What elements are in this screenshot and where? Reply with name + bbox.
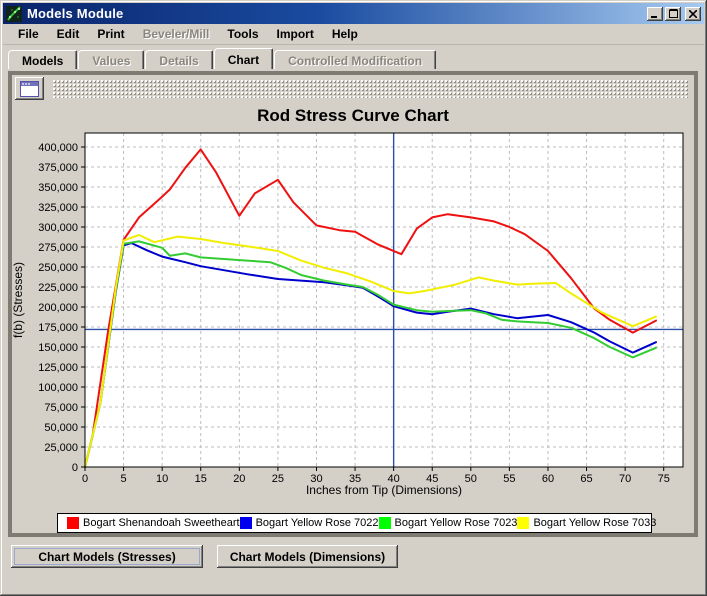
svg-text:100,000: 100,000 [38,382,78,394]
tab-chart[interactable]: Chart [214,48,273,69]
tab-bar: ModelsValuesDetailsChartControlled Modif… [8,48,699,69]
window-title: Models Module [27,6,124,21]
svg-text:300,000: 300,000 [38,222,78,234]
svg-text:50,000: 50,000 [44,422,78,434]
close-button[interactable] [685,7,701,21]
legend-swatch [379,517,391,529]
legend-item-bogart-yellow-rose-7023: Bogart Yellow Rose 7023 [379,517,518,529]
svg-text:225,000: 225,000 [38,282,78,294]
maximize-button[interactable] [665,7,681,21]
legend-item-bogart-yellow-rose-7022: Bogart Yellow Rose 7022 [240,517,379,529]
svg-text:200,000: 200,000 [38,302,78,314]
legend-swatch [517,517,529,529]
minimize-button[interactable] [647,7,663,21]
chart-toolbar [12,75,694,101]
chart-area: Rod Stress Curve Chart 05101520253035404… [12,101,694,533]
tab-controlled-modification: Controlled Modification [274,50,436,69]
svg-text:350,000: 350,000 [38,182,78,194]
minimize-icon [651,10,659,18]
svg-text:0: 0 [72,462,78,474]
chart-panel: Rod Stress Curve Chart 05101520253035404… [8,71,698,537]
close-icon [689,10,697,18]
legend-label: Bogart Yellow Rose 7023 [395,517,518,529]
menu-print[interactable]: Print [88,25,133,43]
bottom-button-row: Chart Models (Stresses) Chart Models (Dim… [11,545,398,568]
tab-values: Values [78,50,144,69]
focus-ring [14,548,200,565]
window-controls [647,7,701,21]
svg-text:125,000: 125,000 [38,362,78,374]
legend-label: Bogart Yellow Rose 7033 [533,517,656,529]
svg-text:175,000: 175,000 [38,322,78,334]
menu-edit[interactable]: Edit [48,25,89,43]
tab-models[interactable]: Models [8,50,77,69]
svg-text:75,000: 75,000 [44,402,78,414]
menu-beveler-mill: Beveler/Mill [134,25,219,43]
x-axis-title: Inches from Tip (Dimensions) [85,483,683,497]
svg-text:325,000: 325,000 [38,202,78,214]
maximize-icon [669,9,678,18]
title-bar: Models Module [3,3,704,24]
svg-text:275,000: 275,000 [38,242,78,254]
legend-label: Bogart Shenandoah Sweetheart [83,517,240,529]
chart-window-button[interactable] [15,77,44,100]
chart-models-dimensions-button[interactable]: Chart Models (Dimensions) [217,545,398,568]
svg-text:25,000: 25,000 [44,442,78,454]
y-axis-title: f(b) (Stresses) [11,230,25,370]
chart-legend: Bogart Shenandoah Sweetheart Bogart Yello… [57,513,652,533]
legend-item-bogart-shenandoah-sweetheart: Bogart Shenandoah Sweetheart [67,517,240,529]
svg-text:150,000: 150,000 [38,342,78,354]
svg-text:250,000: 250,000 [38,262,78,274]
chart-title: Rod Stress Curve Chart [12,106,694,126]
legend-swatch [67,517,79,529]
tab-details: Details [145,50,212,69]
toolbar-texture [52,79,688,98]
svg-text:400,000: 400,000 [38,142,78,154]
legend-label: Bogart Yellow Rose 7022 [256,517,379,529]
legend-item-bogart-yellow-rose-7033: Bogart Yellow Rose 7033 [517,517,656,529]
chart-models-stresses-button[interactable]: Chart Models (Stresses) [11,545,203,568]
app-icon [6,6,22,22]
chart-window-icon [20,81,39,97]
menu-bar: FileEditPrintBeveler/MillToolsImportHelp [3,24,704,45]
menu-help[interactable]: Help [323,25,367,43]
menu-tools[interactable]: Tools [218,25,267,43]
stress-chart-svg: 051015202530354045505560657075025,00050,… [12,101,694,533]
models-module-window: Models Module FileEditPrintBeveler/MillT… [0,0,707,596]
menu-import[interactable]: Import [268,25,323,43]
svg-text:375,000: 375,000 [38,162,78,174]
legend-swatch [240,517,252,529]
menu-file[interactable]: File [9,25,48,43]
